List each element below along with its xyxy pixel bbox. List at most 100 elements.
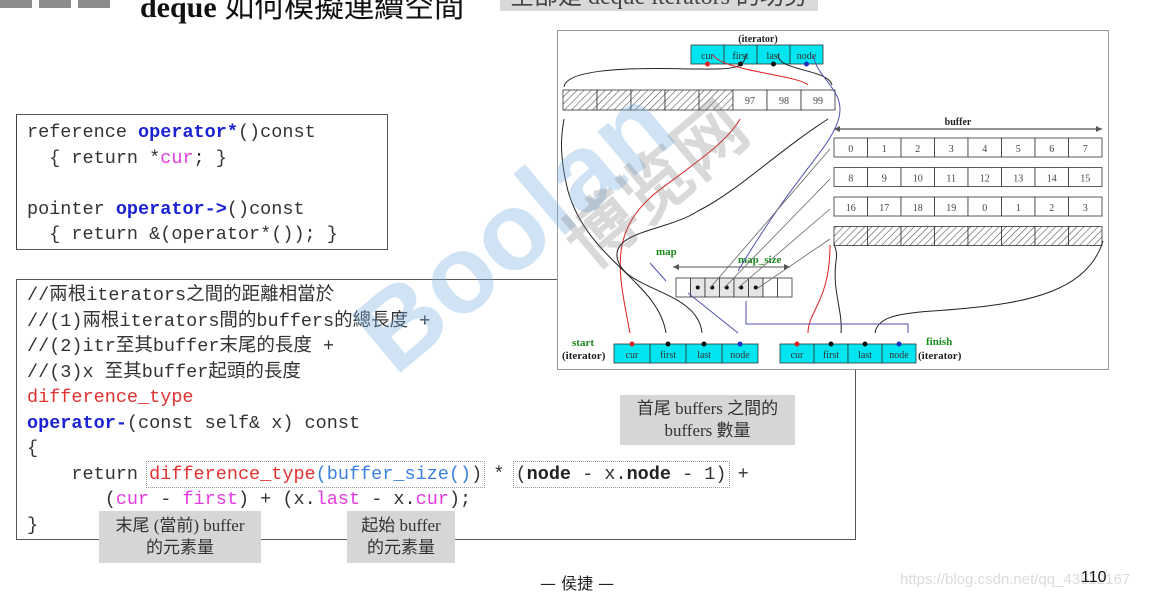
code-line: { return *cur; } — [27, 147, 227, 169]
buffer-cell: 99 — [800, 89, 836, 111]
buffer-cell: 3 — [1068, 196, 1103, 217]
buffer-cell — [900, 226, 935, 246]
buffer-cell — [967, 226, 1002, 246]
start-label: start — [572, 337, 594, 349]
buffer-cell — [1068, 226, 1103, 246]
finish-iterator: cur first last node — [779, 341, 917, 364]
iterator-field-first: first — [723, 44, 758, 67]
buffer-cell: 7 — [1068, 137, 1103, 158]
title-text: 如何模擬連續空間 — [216, 0, 465, 24]
pointer-dot — [794, 341, 800, 347]
buffer-cell: 3 — [934, 137, 969, 158]
note-between-buffers: 首尾 buffers 之間的 buffers 數量 — [620, 395, 795, 445]
iterator-field-last: last — [685, 341, 723, 364]
buffer-row: 16 17 18 19 0 1 2 3 — [833, 196, 1103, 217]
svg-text:0: 0 — [982, 203, 987, 214]
note-start-buffer: 起始 buffer 的元素量 — [347, 511, 455, 563]
svg-text:cur: cur — [701, 51, 714, 62]
buffer-cell: 12 — [967, 167, 1002, 187]
pointer-dot — [771, 61, 776, 67]
buffers: 0 1 2 3 4 5 6 78 9 10 11 12 13 14 1516 17 18 19 0 1 2 3 — [833, 137, 1103, 246]
top-iterator-label: (iterator) — [738, 34, 777, 45]
page-number: 110 — [1081, 569, 1107, 586]
finish-first-curve — [833, 242, 842, 334]
svg-text:5: 5 — [1016, 144, 1021, 155]
buffer-cell — [1001, 226, 1036, 246]
iterator-field-node: node — [721, 341, 759, 364]
svg-text:last: last — [697, 350, 711, 361]
buffer-cell: 1 — [1001, 196, 1036, 217]
buffer-cell: 97 — [732, 89, 768, 111]
buffer-cell — [562, 89, 598, 111]
map-label: map — [656, 246, 677, 258]
iterator-field-node: node — [881, 341, 917, 364]
buffer-cell: 11 — [934, 167, 969, 187]
svg-text:6: 6 — [1049, 144, 1054, 155]
pointer-dot — [629, 341, 635, 347]
subtitle-callout: 全部是 deque iterators 的功勞 — [500, 0, 818, 11]
map-node-pointer — [695, 285, 700, 290]
buffer-cell: 2 — [1034, 196, 1069, 217]
map-node-pointer — [753, 285, 758, 290]
svg-text:last: last — [858, 350, 872, 361]
svg-text:node: node — [730, 350, 750, 361]
map-node — [719, 277, 735, 298]
iterator-field-cur: cur — [779, 341, 815, 364]
buffer-cell: 2 — [900, 137, 935, 158]
start-first-curve — [561, 118, 667, 334]
code-line: reference operator*()const — [27, 122, 316, 143]
buffer-size-expr: difference_type(buffer_size()) — [146, 460, 486, 488]
svg-text:first: first — [732, 51, 748, 62]
buffer-cell: 5 — [1001, 137, 1036, 158]
top-iterator: cur first last node — [690, 44, 824, 67]
finish-label: finish — [926, 336, 952, 348]
svg-text:2: 2 — [1049, 203, 1054, 214]
node-count-expr: (node - x.node - 1) — [512, 460, 730, 488]
buffer-cell: 4 — [967, 137, 1002, 158]
svg-text:97: 97 — [745, 96, 755, 107]
map-node — [690, 277, 706, 298]
buffer-row: 8 9 10 11 12 13 14 15 — [833, 167, 1103, 187]
buffer-cell — [664, 89, 700, 111]
buffer-row: 0 1 2 3 4 5 6 7 — [833, 137, 1103, 158]
buffer-cell — [833, 226, 868, 246]
svg-text:0: 0 — [848, 144, 853, 155]
code-line: pointer operator->()const — [27, 198, 305, 220]
pointer-dot — [862, 341, 868, 347]
svg-text:13: 13 — [1013, 174, 1023, 185]
finish-cur-curve — [807, 244, 831, 334]
iterator-field-last: last — [847, 341, 883, 364]
map-to-buffer-2 — [723, 178, 831, 289]
svg-text:16: 16 — [846, 203, 856, 214]
svg-text:3: 3 — [949, 144, 954, 155]
map-array — [675, 277, 793, 298]
pointer-dot — [804, 61, 809, 67]
svg-text:10: 10 — [913, 174, 923, 185]
pointer-dot — [665, 341, 671, 347]
svg-text:11: 11 — [946, 174, 956, 185]
svg-text:99: 99 — [813, 96, 823, 107]
svg-text:19: 19 — [946, 203, 956, 214]
buffer-cell: 0 — [967, 196, 1002, 217]
buffer-cell: 13 — [1001, 167, 1036, 187]
iterator-field-cur: cur — [613, 341, 651, 364]
map-node — [777, 277, 793, 298]
buffer-cell: 10 — [900, 167, 935, 187]
start-cur-curve — [619, 118, 741, 334]
svg-text:8: 8 — [848, 174, 853, 185]
svg-text:9: 9 — [882, 174, 887, 185]
map-node — [704, 277, 720, 298]
buffer-cell: 9 — [867, 167, 902, 187]
finish-node-line — [745, 301, 909, 333]
deque-structure-diagram: (iterator) cur first last node 97 98 99 buffe… — [557, 30, 1109, 370]
pointer-dot — [705, 61, 710, 67]
map-node — [748, 277, 764, 298]
buffer-cell — [934, 226, 969, 246]
buffer-cell: 0 — [833, 137, 868, 158]
footer-author: — 侯捷 — — [540, 574, 615, 593]
buffer-cell: 6 — [1034, 137, 1069, 158]
svg-text:14: 14 — [1047, 174, 1057, 185]
svg-text:17: 17 — [879, 203, 889, 214]
iterator-field-node: node — [789, 44, 824, 67]
